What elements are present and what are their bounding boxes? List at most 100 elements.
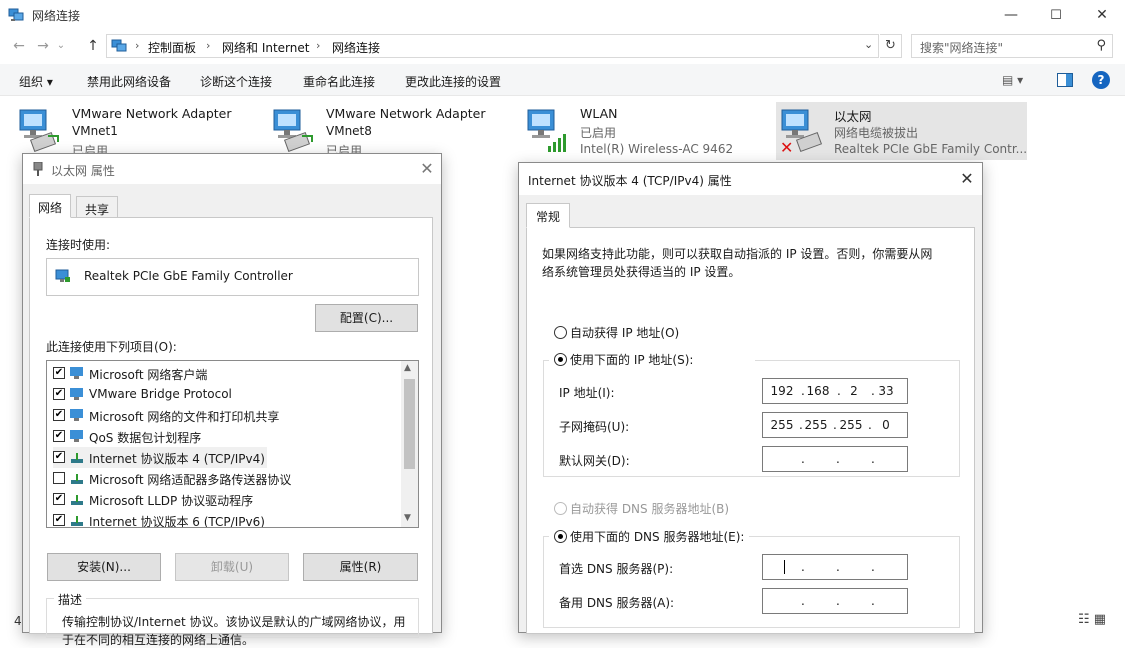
ethernet-plug-icon: [33, 162, 43, 176]
device-box: Realtek PCIe GbE Family Controller: [46, 258, 419, 296]
ip-dot: .: [871, 452, 875, 466]
tab-network[interactable]: 网络: [29, 194, 72, 218]
checkbox[interactable]: ✔: [53, 514, 65, 526]
checkbox[interactable]: ✔: [53, 493, 65, 505]
organize-menu[interactable]: 组织 ▾: [19, 73, 53, 90]
protocol-icon: [71, 453, 83, 463]
dialog-titlebar: Internet 协议版本 4 (TCP/IPv4) 属性 ✕: [519, 163, 982, 195]
breadcrumb-control-panel[interactable]: 控制面板: [148, 39, 196, 56]
network-card-icon: [55, 269, 70, 282]
ethernet-properties-dialog: 以太网 属性 ✕ 网络 共享 连接时使用: Realtek PCIe GbE F…: [22, 153, 442, 647]
maximize-button[interactable]: ☐: [1033, 0, 1079, 30]
list-item[interactable]: ✔ Internet 协议版本 6 (TCP/IPv6): [53, 510, 407, 527]
protocol-icon: [71, 516, 83, 526]
ipv4-properties-dialog: Internet 协议版本 4 (TCP/IPv4) 属性 ✕ 常规 如果网络支…: [518, 162, 983, 634]
device-name: Realtek PCIe GbE Family Controller: [84, 269, 293, 283]
checkbox[interactable]: ✔: [53, 388, 65, 400]
list-scrollbar[interactable]: ▲ ▼: [401, 361, 418, 527]
network-connections-icon: [8, 8, 24, 21]
view-toggle-icons[interactable]: ☷ ▦: [1078, 612, 1106, 627]
preferred-dns-field[interactable]: . . .: [762, 554, 908, 580]
auto-dns-radio: [554, 502, 567, 515]
checkbox[interactable]: [53, 472, 65, 484]
tab-panel: 如果网络支持此功能，则可以获取自动指派的 IP 设置。否则，你需要从网 络系统管…: [526, 227, 975, 634]
network-adapter-icon: [19, 109, 59, 153]
search-input[interactable]: 搜索"网络连接" ⚲: [911, 34, 1113, 58]
configure-button[interactable]: 配置(C)...: [315, 304, 418, 332]
breadcrumb-network-connections[interactable]: 网络连接: [332, 39, 380, 56]
address-bar[interactable]: › 控制面板 › 网络和 Internet › 网络连接 ⌄: [106, 34, 879, 58]
address-dropdown-chevron-icon[interactable]: ⌄: [864, 38, 873, 51]
list-item[interactable]: ✔ VMware Bridge Protocol: [53, 384, 407, 405]
list-item[interactable]: ✔ QoS 数据包计划程序: [53, 426, 407, 447]
install-button[interactable]: 安装(N)...: [47, 553, 161, 581]
ip-dot: .: [871, 560, 875, 574]
view-options-icon[interactable]: ▤ ▾: [1002, 73, 1023, 87]
list-item[interactable]: ✔ Microsoft 网络客户端: [53, 363, 407, 384]
list-item[interactable]: Microsoft 网络适配器多路传送器协议: [53, 468, 407, 489]
ip-dot: .: [836, 560, 840, 574]
tab-panel: 连接时使用: Realtek PCIe GbE Family Controlle…: [29, 217, 433, 647]
control-panel-icon: [111, 39, 127, 52]
subnet-mask-label: 子网掩码(U):: [559, 420, 630, 434]
scroll-down-icon[interactable]: ▼: [404, 513, 411, 523]
refresh-icon[interactable]: ↻: [880, 34, 902, 58]
alternate-dns-field[interactable]: . . .: [762, 588, 908, 614]
minimize-button[interactable]: —: [988, 0, 1034, 30]
protocol-icon: [71, 474, 83, 484]
properties-button[interactable]: 属性(R): [303, 553, 418, 581]
adapter-ethernet[interactable]: ✕ 以太网 网络电缆被拔出 Realtek PCIe GbE Family Co…: [776, 102, 1027, 160]
list-item[interactable]: ✔ Microsoft 网络的文件和打印机共享: [53, 405, 407, 426]
checkbox[interactable]: ✔: [53, 430, 65, 442]
ip-dot: .: [801, 560, 805, 574]
scroll-up-icon[interactable]: ▲: [404, 363, 411, 373]
checkbox[interactable]: ✔: [53, 451, 65, 463]
adapter-vmnet8[interactable]: VMware Network Adapter VMnet8 已启用: [272, 104, 512, 160]
tab-general[interactable]: 常规: [526, 203, 571, 228]
manual-ip-label[interactable]: 使用下面的 IP 地址(S):: [570, 351, 693, 368]
close-icon[interactable]: ✕: [955, 168, 979, 190]
scrollbar-thumb[interactable]: [404, 379, 415, 469]
up-arrow-icon[interactable]: ↑: [82, 36, 104, 56]
checkbox[interactable]: ✔: [53, 409, 65, 421]
connect-using-label: 连接时使用:: [46, 238, 111, 252]
mask-octet-3: 255: [839, 418, 863, 432]
wireless-adapter-icon: [527, 109, 566, 152]
description-label: 描述: [54, 591, 87, 608]
preferred-dns-label: 首选 DNS 服务器(P):: [559, 562, 674, 576]
item-label: VMware Bridge Protocol: [89, 387, 232, 401]
status-item-count: 4: [14, 614, 22, 628]
close-button[interactable]: ✕: [1079, 0, 1125, 30]
close-icon[interactable]: ✕: [415, 158, 439, 180]
preview-pane-icon[interactable]: [1057, 73, 1073, 87]
breadcrumb-network-internet[interactable]: 网络和 Internet: [222, 39, 309, 56]
change-settings-button[interactable]: 更改此连接的设置: [405, 73, 501, 90]
adapter-wlan[interactable]: WLAN 已启用 Intel(R) Wireless-AC 9462: [526, 104, 766, 160]
diagnose-connection-button[interactable]: 诊断这个连接: [200, 73, 272, 90]
manual-dns-label[interactable]: 使用下面的 DNS 服务器地址(E):: [570, 528, 744, 545]
list-item-selected[interactable]: ✔ Internet 协议版本 4 (TCP/IPv4): [53, 447, 267, 468]
disable-device-button[interactable]: 禁用此网络设备: [87, 73, 171, 90]
description-text-2: 于在不同的相互连接的网络上通信。: [62, 633, 255, 647]
dialog-title: 以太网 属性: [51, 164, 115, 178]
item-label: Microsoft LLDP 协议驱动程序: [89, 494, 254, 508]
subnet-mask-field[interactable]: 255 . 255 . 255 . 0: [762, 412, 908, 438]
manual-ip-radio[interactable]: [554, 353, 567, 366]
adapter-vmnet1[interactable]: VMware Network Adapter VMnet1 已启用: [18, 104, 258, 160]
gateway-field[interactable]: . . .: [762, 446, 908, 472]
recent-locations-chevron-icon[interactable]: ⌄: [54, 36, 68, 56]
search-icon[interactable]: ⚲: [1096, 38, 1106, 53]
manual-dns-radio[interactable]: [554, 530, 567, 543]
ip-address-field[interactable]: 192 . 168 . 2 . 33: [762, 378, 908, 404]
help-icon[interactable]: ?: [1092, 71, 1110, 89]
rename-connection-button[interactable]: 重命名此连接: [303, 73, 375, 90]
forward-arrow-icon[interactable]: →: [32, 36, 54, 56]
tab-sharing[interactable]: 共享: [76, 196, 119, 218]
auto-ip-radio[interactable]: [554, 326, 567, 339]
adapter-status: 已启用: [580, 126, 617, 140]
back-arrow-icon[interactable]: ←: [8, 36, 30, 56]
address-row: ← → ⌄ ↑ › 控制面板 › 网络和 Internet › 网络连接 ⌄ ↻…: [0, 32, 1125, 60]
auto-ip-label[interactable]: 自动获得 IP 地址(O): [570, 324, 679, 341]
list-item[interactable]: ✔ Microsoft LLDP 协议驱动程序: [53, 489, 407, 510]
checkbox[interactable]: ✔: [53, 367, 65, 379]
